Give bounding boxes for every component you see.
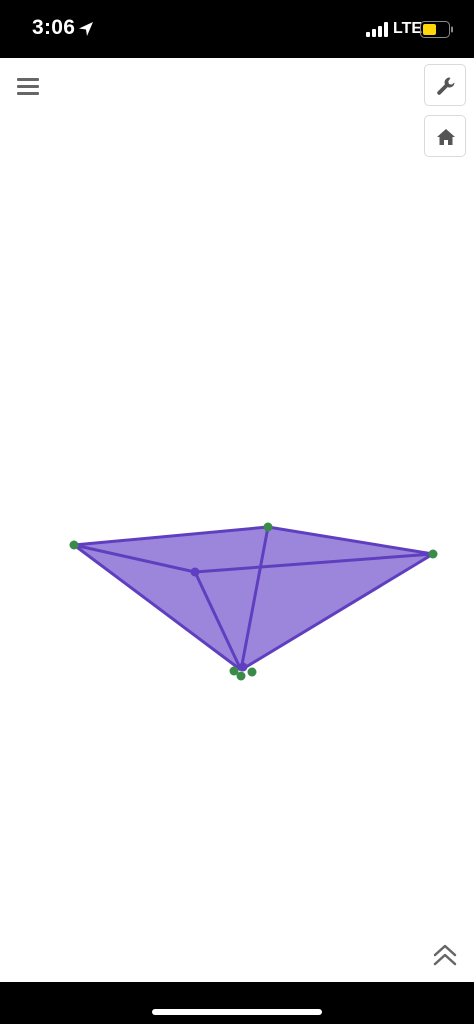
double-chevron-up-icon[interactable] xyxy=(430,942,460,968)
network-type: LTE xyxy=(393,20,423,37)
vertex-point[interactable] xyxy=(236,671,246,681)
settings-button[interactable] xyxy=(424,64,466,106)
vertex-point[interactable] xyxy=(263,522,273,532)
vertex-point[interactable] xyxy=(69,540,79,550)
home-indicator[interactable] xyxy=(152,1009,322,1015)
home-button[interactable] xyxy=(424,115,466,157)
bottom-bar xyxy=(0,982,474,1024)
vertex-point[interactable] xyxy=(247,667,257,677)
tetrahedron[interactable] xyxy=(69,522,438,681)
battery-icon xyxy=(420,21,453,38)
wrench-icon xyxy=(437,77,455,95)
vertex-point[interactable] xyxy=(190,567,200,577)
home-icon xyxy=(437,129,455,145)
status-time: 3:06 xyxy=(32,16,76,39)
hamburger-menu-icon[interactable] xyxy=(14,72,44,100)
status-bar: 3:06 LTE xyxy=(0,0,474,58)
vertex-point[interactable] xyxy=(238,662,248,672)
cellular-signal-icon xyxy=(366,22,388,37)
location-arrow-icon xyxy=(79,22,93,36)
vertex-point[interactable] xyxy=(428,549,438,559)
3d-graphics-view[interactable] xyxy=(0,58,474,982)
